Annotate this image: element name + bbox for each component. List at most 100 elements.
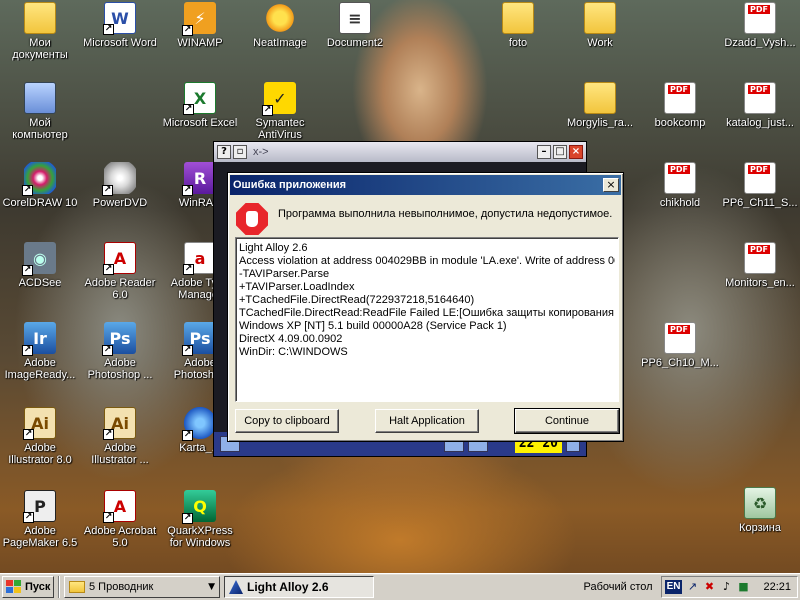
imageready-icon: Ir ↗ (22, 322, 56, 356)
desktop-icon-label: foto (508, 37, 528, 49)
restore-icon[interactable]: ▫ (233, 145, 247, 159)
dialog-buttons: Copy to clipboard Halt Application Conti… (235, 408, 620, 435)
desktop-icon-label: Monitors_en... (725, 277, 795, 289)
shortcut-arrow-icon: ↗ (103, 24, 114, 35)
desktop-icon[interactable]: ≡ Document2 (315, 2, 395, 72)
desktop-icon[interactable]: Ps ↗ Adobe Photoshop ... (80, 322, 160, 392)
desktop-icon[interactable]: W ↗ Microsoft Word (80, 2, 160, 72)
desktop-icon[interactable]: chikhold (640, 162, 720, 232)
task-explorer[interactable]: 5 Проводник ▼ (64, 576, 220, 598)
pdf-icon (664, 162, 696, 194)
desktop-icon[interactable]: foto (478, 2, 558, 72)
shortcut-arrow-icon: ↗ (22, 265, 33, 276)
desktop-icon[interactable]: PP6_Ch11_S... (720, 162, 800, 232)
desktop-icon[interactable]: NeatImage (240, 2, 320, 72)
desktop-icon[interactable]: Dzadd_Vysh... (720, 2, 800, 72)
copy-to-clipboard-button[interactable]: Copy to clipboard (235, 409, 339, 433)
dialog-titlebar[interactable]: Ошибка приложения × (230, 175, 621, 195)
desktop-icon[interactable]: A ↗ Adobe Acrobat 5.0 (80, 490, 160, 560)
acdsee-icon: ◉ ↗ (22, 242, 56, 276)
close-icon[interactable]: × (603, 178, 619, 192)
shortcut-arrow-icon: ↗ (102, 345, 113, 356)
start-button[interactable]: Пуск (2, 576, 54, 598)
shortcut-arrow-icon: ↗ (22, 345, 33, 356)
shortcut-arrow-icon: ↗ (23, 512, 34, 523)
stop-hand-icon (236, 203, 268, 235)
details-line: +TCachedFile.DirectRead(722937218,516464… (239, 294, 475, 306)
light-alloy-titlebar[interactable]: ? ▫ x-> – □ × (214, 142, 586, 162)
document-icon: ≡ (339, 2, 371, 34)
halt-application-button[interactable]: Halt Application (375, 409, 479, 433)
desktop-icon-label: NeatImage (253, 37, 307, 49)
desktop-icon[interactable]: Мои документы (0, 2, 80, 72)
desktop-icon[interactable]: ♻ Корзина (720, 487, 800, 557)
neatimage-icon (264, 2, 296, 34)
shortcut-arrow-icon: ↗ (182, 185, 193, 196)
shortcut-arrow-icon: ↗ (262, 105, 273, 116)
pdf-icon (744, 162, 776, 194)
desktop-icon[interactable]: P ↗ Adobe PageMaker 6.5 (0, 490, 80, 560)
windows-logo-icon (6, 580, 22, 594)
shortcut-arrow-icon: ↗ (22, 185, 33, 196)
minimize-icon[interactable]: – (537, 145, 551, 159)
desktop-icon[interactable]: ◉ ↗ ACDSee (0, 242, 80, 312)
details-line: WinDir: C:\WINDOWS (239, 346, 348, 358)
pdf-icon (744, 242, 776, 274)
dialog-title: Ошибка приложения (233, 179, 347, 191)
desktop-icon[interactable]: ↗ CorelDRAW 10 (0, 162, 80, 232)
error-message: Программа выполнила невыполнимое, допуст… (278, 208, 613, 220)
desktop-icon-label: PP6_Ch10_M... (641, 357, 719, 369)
shortcut-arrow-icon: ↗ (103, 512, 114, 523)
pagemaker-icon: P ↗ (23, 490, 56, 523)
folder-icon (584, 82, 616, 114)
desktop-icon-label: chikhold (659, 197, 701, 209)
task-light-alloy[interactable]: Light Alloy 2.6 (224, 576, 374, 598)
desktop-icon[interactable]: Q ↗ QuarkXPress for Windows (160, 490, 240, 560)
continue-button[interactable]: Continue (514, 408, 620, 434)
language-indicator[interactable]: EN (664, 580, 683, 594)
desktop-toolbar-label[interactable]: Рабочий стол (584, 581, 657, 593)
tray-arrow-icon[interactable]: ↗ (685, 580, 699, 594)
desktop-icon[interactable]: Ir ↗ Adobe ImageReady... (0, 322, 80, 392)
chevron-down-icon: ▼ (208, 582, 215, 592)
desktop-icon[interactable]: Ai ↗ Adobe Illustrator ... (80, 407, 160, 477)
details-line: Windows XP [NT] 5.1 build 00000A28 (Serv… (239, 320, 507, 332)
taskbar: Пуск 5 Проводник ▼ Light Alloy 2.6 Рабоч… (0, 573, 800, 600)
desktop-icon[interactable]: Work (560, 2, 640, 72)
close-icon[interactable]: × (569, 145, 583, 159)
desktop-icon-label: PowerDVD (92, 197, 148, 209)
shortcut-arrow-icon: ↗ (182, 430, 193, 441)
desktop-icon[interactable]: bookcomp (640, 82, 720, 152)
help-icon[interactable]: ? (217, 145, 231, 159)
error-details[interactable]: Light Alloy 2.6 Access violation at addre… (235, 237, 619, 402)
desktop-icon-label: QuarkXPress for Windows (167, 525, 233, 549)
desktop-icon[interactable]: Ai ↗ Adobe Illustrator 8.0 (0, 407, 80, 477)
task-label: 5 Проводник (89, 581, 154, 593)
adobe-reader-icon: A ↗ (103, 242, 136, 275)
pdf-icon (664, 322, 696, 354)
clock[interactable]: 22:21 (763, 581, 791, 593)
tray-volume-icon[interactable]: ♪ (719, 580, 733, 594)
photoshop-icon: Ps ↗ (102, 322, 136, 356)
folder-icon (502, 2, 534, 34)
desktop-icon[interactable]: PP6_Ch10_M... (640, 322, 720, 392)
desktop-icon[interactable]: Мой компьютер (0, 82, 80, 152)
illustrator-icon: Ai ↗ (23, 407, 56, 440)
desktop-icon-label: Work (587, 37, 613, 49)
details-line: Light Alloy 2.6 (239, 242, 308, 254)
taskbar-separator (58, 576, 60, 598)
desktop-icon[interactable]: A ↗ Adobe Reader 6.0 (80, 242, 160, 312)
tray-network-icon[interactable]: ✖ (702, 580, 716, 594)
desktop-icon-label: Adobe Reader 6.0 (84, 277, 156, 301)
winamp-icon: ⚡ ↗ (182, 2, 216, 36)
desktop-icon[interactable]: ↗ PowerDVD (80, 162, 160, 232)
tray-shield-icon[interactable]: ■ (736, 580, 750, 594)
maximize-icon[interactable]: □ (553, 145, 567, 159)
shortcut-arrow-icon: ↗ (102, 185, 113, 196)
recycle-bin-icon: ♻ (744, 487, 776, 519)
task-label: Light Alloy 2.6 (247, 580, 329, 594)
desktop-icon-label: Adobe ImageReady... (4, 357, 76, 381)
desktop-icon[interactable]: katalog_just... (720, 82, 800, 152)
desktop-icon[interactable]: ⚡ ↗ WINAMP (160, 2, 240, 72)
desktop-icon[interactable]: Monitors_en... (720, 242, 800, 312)
